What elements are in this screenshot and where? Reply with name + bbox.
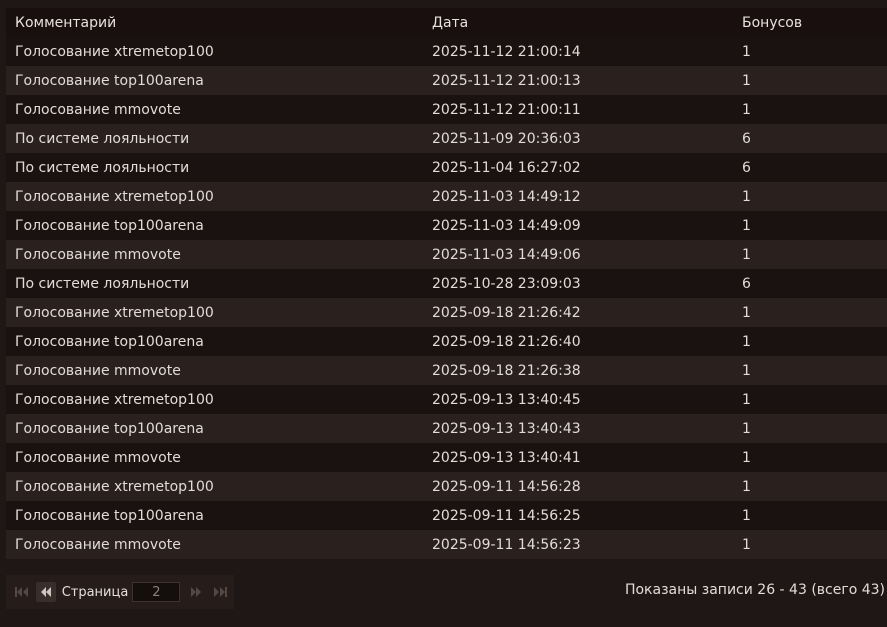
cell-bonus: 1 xyxy=(733,298,887,327)
cell-date: 2025-09-13 13:40:41 xyxy=(423,443,733,472)
cell-bonus: 1 xyxy=(733,240,887,269)
cell-comment: По системе лояльности xyxy=(6,124,423,153)
table-row: Голосование xtremetop100 2025-11-03 14:49… xyxy=(6,182,887,211)
table-row: Голосование top100arena 2025-11-03 14:49:… xyxy=(6,211,887,240)
cell-comment: Голосование top100arena xyxy=(6,66,423,95)
table-row: Голосование mmovote 2025-11-03 14:49:06 1 xyxy=(6,240,887,269)
cell-date: 2025-11-12 21:00:13 xyxy=(423,66,733,95)
cell-comment: Голосование top100arena xyxy=(6,501,423,530)
cell-date: 2025-11-09 20:36:03 xyxy=(423,124,733,153)
column-header-bonus[interactable]: Бонусов xyxy=(733,8,887,37)
cell-comment: Голосование xtremetop100 xyxy=(6,298,423,327)
table-row: Голосование xtremetop100 2025-09-18 21:26… xyxy=(6,298,887,327)
cell-bonus: 6 xyxy=(733,124,887,153)
cell-bonus: 1 xyxy=(733,66,887,95)
cell-date: 2025-09-11 14:56:28 xyxy=(423,472,733,501)
cell-bonus: 6 xyxy=(733,269,887,298)
cell-comment: Голосование xtremetop100 xyxy=(6,472,423,501)
cell-date: 2025-09-18 21:26:38 xyxy=(423,356,733,385)
first-page-icon xyxy=(14,587,28,597)
cell-date: 2025-10-28 23:09:03 xyxy=(423,269,733,298)
cell-bonus: 6 xyxy=(733,153,887,182)
cell-date: 2025-09-13 13:40:43 xyxy=(423,414,733,443)
cell-comment: Голосование top100arena xyxy=(6,211,423,240)
prev-page-icon xyxy=(40,587,51,597)
cell-date: 2025-09-11 14:56:25 xyxy=(423,501,733,530)
cell-comment: Голосование top100arena xyxy=(6,327,423,356)
cell-comment: Голосование top100arena xyxy=(6,414,423,443)
cell-comment: Голосование mmovote xyxy=(6,530,423,559)
cell-bonus: 1 xyxy=(733,443,887,472)
cell-date: 2025-11-12 21:00:14 xyxy=(423,37,733,66)
cell-comment: По системе лояльности xyxy=(6,269,423,298)
cell-bonus: 1 xyxy=(733,385,887,414)
cell-date: 2025-09-13 13:40:45 xyxy=(423,385,733,414)
cell-bonus: 1 xyxy=(733,211,887,240)
cell-bonus: 1 xyxy=(733,472,887,501)
cell-date: 2025-09-18 21:26:42 xyxy=(423,298,733,327)
cell-date: 2025-11-12 21:00:11 xyxy=(423,95,733,124)
pagination-bar: Страница xyxy=(6,575,234,609)
cell-date: 2025-09-18 21:26:40 xyxy=(423,327,733,356)
page-label: Страница xyxy=(61,584,129,600)
prev-page-button[interactable] xyxy=(35,582,56,602)
cell-date: 2025-11-03 14:49:09 xyxy=(423,211,733,240)
cell-bonus: 1 xyxy=(733,530,887,559)
bonus-history-table: Комментарий Дата Бонусов Голосование xtr… xyxy=(6,8,887,559)
cell-comment: Голосование mmovote xyxy=(6,95,423,124)
cell-comment: Голосование xtremetop100 xyxy=(6,385,423,414)
cell-comment: По системе лояльности xyxy=(6,153,423,182)
last-page-icon xyxy=(214,587,228,597)
table-row: По системе лояльности 2025-10-28 23:09:03… xyxy=(6,269,887,298)
bonus-history-panel: Комментарий Дата Бонусов Голосование xtr… xyxy=(0,0,887,627)
cell-comment: Голосование mmovote xyxy=(6,443,423,472)
cell-comment: Голосование mmovote xyxy=(6,240,423,269)
cell-date: 2025-11-04 16:27:02 xyxy=(423,153,733,182)
table-row: Голосование xtremetop100 2025-09-13 13:40… xyxy=(6,385,887,414)
column-header-date[interactable]: Дата xyxy=(423,8,733,37)
cell-bonus: 1 xyxy=(733,501,887,530)
table-row: Голосование top100arena 2025-11-12 21:00:… xyxy=(6,66,887,95)
cell-date: 2025-09-11 14:56:23 xyxy=(423,530,733,559)
cell-comment: Голосование xtremetop100 xyxy=(6,37,423,66)
table-row: Голосование xtremetop100 2025-11-12 21:00… xyxy=(6,37,887,66)
cell-comment: Голосование xtremetop100 xyxy=(6,182,423,211)
cell-date: 2025-11-03 14:49:06 xyxy=(423,240,733,269)
next-page-button[interactable] xyxy=(186,582,206,602)
cell-bonus: 1 xyxy=(733,95,887,124)
first-page-button[interactable] xyxy=(12,582,32,602)
cell-bonus: 1 xyxy=(733,414,887,443)
cell-date: 2025-11-03 14:49:12 xyxy=(423,182,733,211)
page-number-input[interactable] xyxy=(132,582,181,602)
cell-bonus: 1 xyxy=(733,37,887,66)
table-row: Голосование top100arena 2025-09-18 21:26:… xyxy=(6,327,887,356)
table-row: Голосование mmovote 2025-09-13 13:40:41 1 xyxy=(6,443,887,472)
last-page-button[interactable] xyxy=(210,582,230,602)
table-row: Голосование top100arena 2025-09-13 13:40:… xyxy=(6,414,887,443)
table-row: Голосование top100arena 2025-09-11 14:56:… xyxy=(6,501,887,530)
cell-bonus: 1 xyxy=(733,356,887,385)
next-page-icon xyxy=(191,587,202,597)
table-row: Голосование xtremetop100 2025-09-11 14:56… xyxy=(6,472,887,501)
column-header-comment[interactable]: Комментарий xyxy=(6,8,423,37)
records-info: Показаны записи 26 - 43 (всего 43) xyxy=(624,582,885,598)
table-header-row: Комментарий Дата Бонусов xyxy=(6,8,887,37)
table-row: Голосование mmovote 2025-09-18 21:26:38 1 xyxy=(6,356,887,385)
table-row: Голосование mmovote 2025-11-12 21:00:11 1 xyxy=(6,95,887,124)
table-row: По системе лояльности 2025-11-04 16:27:02… xyxy=(6,153,887,182)
table-row: Голосование mmovote 2025-09-11 14:56:23 1 xyxy=(6,530,887,559)
cell-bonus: 1 xyxy=(733,182,887,211)
table-row: По системе лояльности 2025-11-09 20:36:03… xyxy=(6,124,887,153)
cell-comment: Голосование mmovote xyxy=(6,356,423,385)
cell-bonus: 1 xyxy=(733,327,887,356)
